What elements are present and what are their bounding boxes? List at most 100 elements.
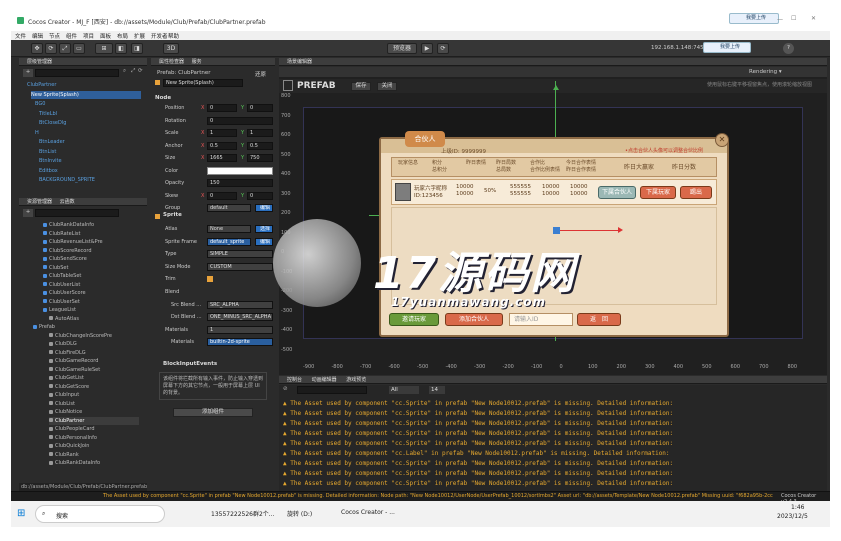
sprite-prop-value[interactable]: 1 xyxy=(207,325,273,334)
asset-item[interactable]: ClubUserList xyxy=(43,281,80,289)
menu-item[interactable]: 扩展 xyxy=(134,32,145,40)
menu-item[interactable]: 节点 xyxy=(49,32,60,40)
invite-player-button[interactable]: 邀请玩家 xyxy=(389,313,439,326)
global-toggle[interactable]: ◨ xyxy=(131,43,143,54)
asset-item[interactable]: ClubGameRecord xyxy=(49,357,98,365)
rendering-select[interactable]: Rendering ▾ xyxy=(749,69,782,75)
sprite-prop-value[interactable]: default_sprite xyxy=(207,237,251,246)
menu-item[interactable]: 项目 xyxy=(83,32,94,40)
hierarchy-node[interactable]: BACKGROUND_SPRITE xyxy=(39,176,95,184)
sprite-prop-button[interactable]: 选择 xyxy=(255,225,273,233)
sprite-prop-value[interactable]: None xyxy=(207,225,251,233)
taskbar-search[interactable]: ⌕ 搜索 xyxy=(35,505,165,523)
close-icon[interactable]: ✕ xyxy=(811,15,816,22)
console-line[interactable]: ▲ The Asset used by component "cc.Sprite… xyxy=(283,459,673,469)
asset-item[interactable]: ClubFireDLG xyxy=(49,349,86,357)
sprite-prop-value[interactable]: SIMPLE xyxy=(207,250,273,259)
prefab-save-button[interactable]: 保存 xyxy=(351,82,371,91)
menu-item[interactable]: 组件 xyxy=(66,32,77,40)
menu-item[interactable]: 布局 xyxy=(117,32,128,40)
sub-player-button[interactable]: 下属玩家 xyxy=(640,186,676,199)
asset-item[interactable]: ClubRankDataInfo xyxy=(49,459,100,467)
kick-button[interactable]: 踢出 xyxy=(680,186,712,199)
asset-item[interactable]: ClubUserSet xyxy=(43,298,80,306)
asset-item[interactable]: ClubQuickJoin xyxy=(49,442,89,450)
prop-value[interactable] xyxy=(207,166,273,175)
node-active-checkbox[interactable] xyxy=(155,80,160,85)
prop-value[interactable]: 0 xyxy=(207,116,273,125)
sprite-prop-value[interactable]: SRC_ALPHA xyxy=(207,300,273,309)
pivot-toggle[interactable]: ⊞ xyxy=(95,43,113,54)
partner-row[interactable]: 玩家六字昵称 ID:123456 10000 10000 50% 555555 … xyxy=(391,179,717,205)
log-level-select[interactable]: All xyxy=(389,386,419,394)
dialog-close-icon[interactable]: ✕ xyxy=(715,133,729,147)
prop-x-input[interactable]: 0 xyxy=(207,191,237,200)
console-line[interactable]: ▲ The Asset used by component "cc.Sprite… xyxy=(283,399,673,409)
service-tab[interactable]: 服务 xyxy=(192,59,202,65)
prefab-revert-button[interactable]: 还原 xyxy=(255,70,266,78)
add-asset-button[interactable]: + xyxy=(23,209,33,217)
asset-item[interactable]: ClubUserScore xyxy=(43,289,86,297)
partner-id-input[interactable]: 请输入ID xyxy=(509,313,573,326)
trim-checkbox[interactable] xyxy=(207,276,213,283)
asset-item[interactable]: ClubGetList xyxy=(49,374,84,382)
rotate-tool-icon[interactable]: ⟳ xyxy=(45,43,57,54)
sprite-prop-button[interactable]: 编辑 xyxy=(255,237,273,246)
prefab-close-button[interactable]: 关闭 xyxy=(377,82,397,91)
console-line[interactable]: ▲ The Asset used by component "cc.Sprite… xyxy=(283,469,673,479)
asset-item[interactable]: ClubRateList xyxy=(43,230,80,238)
console-line[interactable]: ▲ The Asset used by component "cc.Sprite… xyxy=(283,439,673,449)
asset-item[interactable]: ClubPersonalInfo xyxy=(49,434,97,442)
play-button[interactable]: ▶ xyxy=(421,43,433,54)
menu-item[interactable]: 帮助 xyxy=(168,32,179,40)
hierarchy-node[interactable]: BtnInvite xyxy=(39,157,62,165)
preview-select[interactable]: 预览器 xyxy=(387,43,417,54)
hierarchy-search-input[interactable] xyxy=(35,69,119,77)
help-icon[interactable]: ? xyxy=(783,43,794,54)
console-line[interactable]: ▲ The Asset used by component "cc.Sprite… xyxy=(283,429,673,439)
asset-item[interactable]: ClubGameRuleSet xyxy=(49,366,100,374)
asset-item[interactable]: ClubRankDataInfo xyxy=(43,221,94,229)
x-axis-gizmo[interactable] xyxy=(560,230,620,231)
hierarchy-node[interactable]: TitleLbl xyxy=(39,110,57,118)
console-line[interactable]: ▲ The Asset used by component "cc.Sprite… xyxy=(283,409,673,419)
hierarchy-node[interactable]: BG0 xyxy=(35,100,45,108)
upload-popup-button[interactable]: 我要上传 xyxy=(703,42,751,53)
hierarchy-node[interactable]: Editbox xyxy=(39,167,58,175)
console-line[interactable]: ▲ The Asset used by component "cc.Label"… xyxy=(283,449,670,459)
back-button[interactable]: 返 回 xyxy=(577,313,621,326)
minimize-icon[interactable]: — xyxy=(777,16,783,23)
sprite-prop-value[interactable]: ONE_MINUS_SRC_ALPHA xyxy=(207,313,273,322)
add-node-button[interactable]: + xyxy=(23,69,33,77)
prop-y-input[interactable]: 1 xyxy=(247,129,273,137)
3d-toggle[interactable]: 3D xyxy=(163,43,179,54)
maximize-icon[interactable]: ☐ xyxy=(791,15,796,22)
avatar[interactable] xyxy=(395,183,411,201)
prop-value[interactable]: default xyxy=(207,204,251,212)
asset-item[interactable]: ClubChangeInScorePre xyxy=(49,332,112,340)
menu-item[interactable]: 开发者 xyxy=(151,32,168,40)
assets-tab[interactable]: 资源管理器 xyxy=(27,199,52,205)
asset-item[interactable]: ClubNotice xyxy=(49,408,82,416)
asset-item[interactable]: ClubRevenueList&Pre xyxy=(43,238,103,246)
rect-tool-icon[interactable]: ▭ xyxy=(73,43,85,54)
asset-item[interactable]: ClubSet xyxy=(43,264,68,272)
upload-button[interactable]: 我要上传 xyxy=(729,13,779,24)
assets-search-input[interactable] xyxy=(35,209,119,217)
sprite-prop-value[interactable]: builtin-2d-sprite xyxy=(207,338,273,347)
add-partner-button[interactable]: 添加合伙人 xyxy=(445,313,503,326)
asset-item[interactable]: Prefab xyxy=(33,323,55,331)
local-toggle[interactable]: ◧ xyxy=(115,43,127,54)
prop-y-input[interactable]: 0 xyxy=(247,104,273,112)
console-line[interactable]: ▲ The Asset used by component "cc.Sprite… xyxy=(283,479,673,489)
cloud-tab[interactable]: 云函数 xyxy=(60,199,75,205)
move-tool-icon[interactable]: ✥ xyxy=(31,43,43,54)
prop-value[interactable]: 150 xyxy=(207,179,273,187)
font-size-select[interactable]: 14 xyxy=(429,386,445,394)
console-search-input[interactable] xyxy=(297,386,367,394)
asset-item[interactable]: LeagueList xyxy=(43,306,76,314)
clear-icon[interactable]: ⊘ xyxy=(283,386,288,392)
prop-x-input[interactable]: 1665 xyxy=(207,154,237,162)
asset-item[interactable]: ClubPartner xyxy=(49,416,139,425)
asset-item[interactable]: ClubList xyxy=(49,400,75,408)
